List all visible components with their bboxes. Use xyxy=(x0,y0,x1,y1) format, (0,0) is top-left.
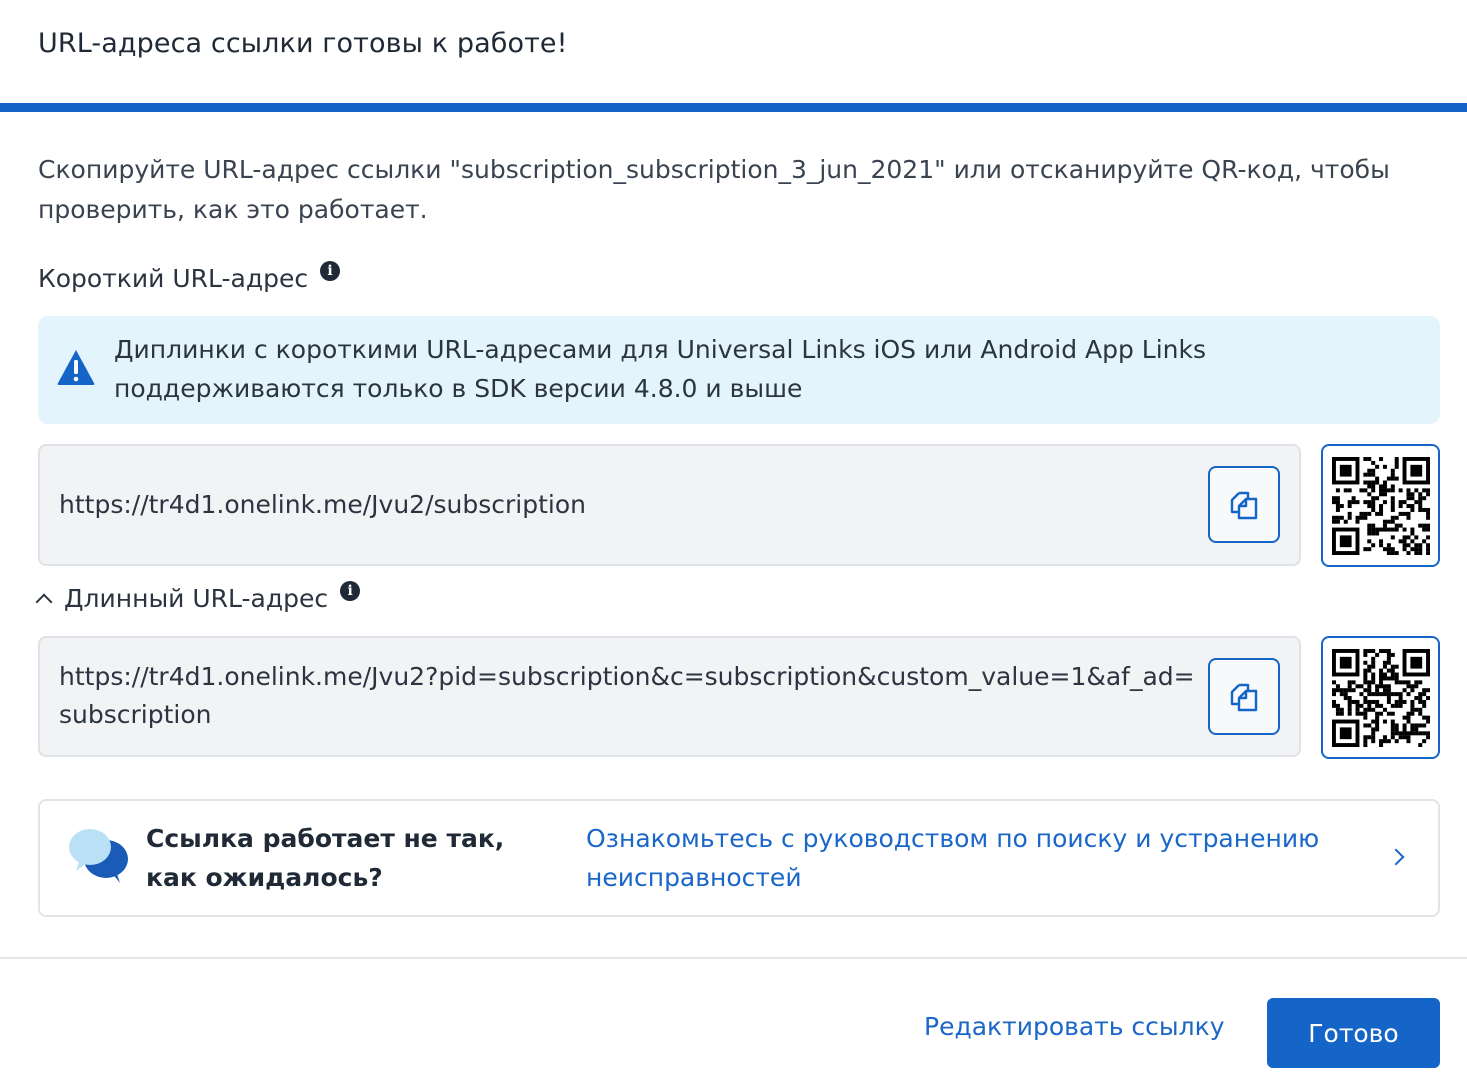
short-url-field[interactable]: https://tr4d1.onelink.me/Jvu2/subscripti… xyxy=(38,444,1301,566)
qr-code-icon xyxy=(1331,648,1430,747)
qr-code-icon xyxy=(1331,456,1430,555)
chat-bubbles-icon xyxy=(69,829,128,883)
short-url-value[interactable]: https://tr4d1.onelink.me/Jvu2/subscripti… xyxy=(59,486,1199,524)
copy-long-url-button[interactable] xyxy=(1208,658,1280,735)
long-url-value[interactable]: https://tr4d1.onelink.me/Jvu2?pid=subscr… xyxy=(59,658,1199,734)
short-url-label: Короткий URL-адрес i xyxy=(38,260,341,293)
sdk-warning-text: Диплинки с короткими URL-адресами для Un… xyxy=(114,335,1207,403)
sdk-warning-alert: Диплинки с короткими URL-адресами для Un… xyxy=(38,316,1440,424)
chevron-right-icon[interactable] xyxy=(1387,848,1405,866)
done-button[interactable]: Готово xyxy=(1267,998,1440,1068)
footer-divider xyxy=(0,957,1467,959)
copy-icon xyxy=(1230,491,1258,519)
info-icon[interactable]: i xyxy=(320,260,341,281)
edit-link-button[interactable]: Редактировать ссылку xyxy=(924,1012,1225,1041)
warning-icon xyxy=(57,350,95,385)
short-url-label-text: Короткий URL-адрес xyxy=(38,264,309,293)
copy-icon xyxy=(1230,683,1258,711)
info-icon[interactable]: i xyxy=(340,580,361,601)
dialog-title: URL-адреса ссылки готовы к работе! xyxy=(38,28,568,59)
long-url-field[interactable]: https://tr4d1.onelink.me/Jvu2?pid=subscr… xyxy=(38,636,1301,757)
copy-short-url-button[interactable] xyxy=(1208,466,1280,543)
troubleshooting-guide-link[interactable]: Ознакомьтесь с руководством по поиску и … xyxy=(586,819,1346,897)
short-url-qr-code[interactable] xyxy=(1321,444,1440,567)
header-accent-bar xyxy=(0,103,1467,112)
long-url-label-text: Длинный URL-адрес xyxy=(64,584,329,613)
long-url-qr-code[interactable] xyxy=(1321,636,1440,759)
troubleshooting-question: Ссылка работает не так, как ожидалось? xyxy=(146,824,505,892)
long-url-label[interactable]: Длинный URL-адрес i xyxy=(35,580,361,613)
chevron-up-icon[interactable] xyxy=(35,593,53,610)
troubleshooting-card[interactable]: Ссылка работает не так, как ожидалось? О… xyxy=(38,799,1440,917)
dialog-description: Скопируйте URL-адрес ссылки "subscriptio… xyxy=(38,155,1390,224)
